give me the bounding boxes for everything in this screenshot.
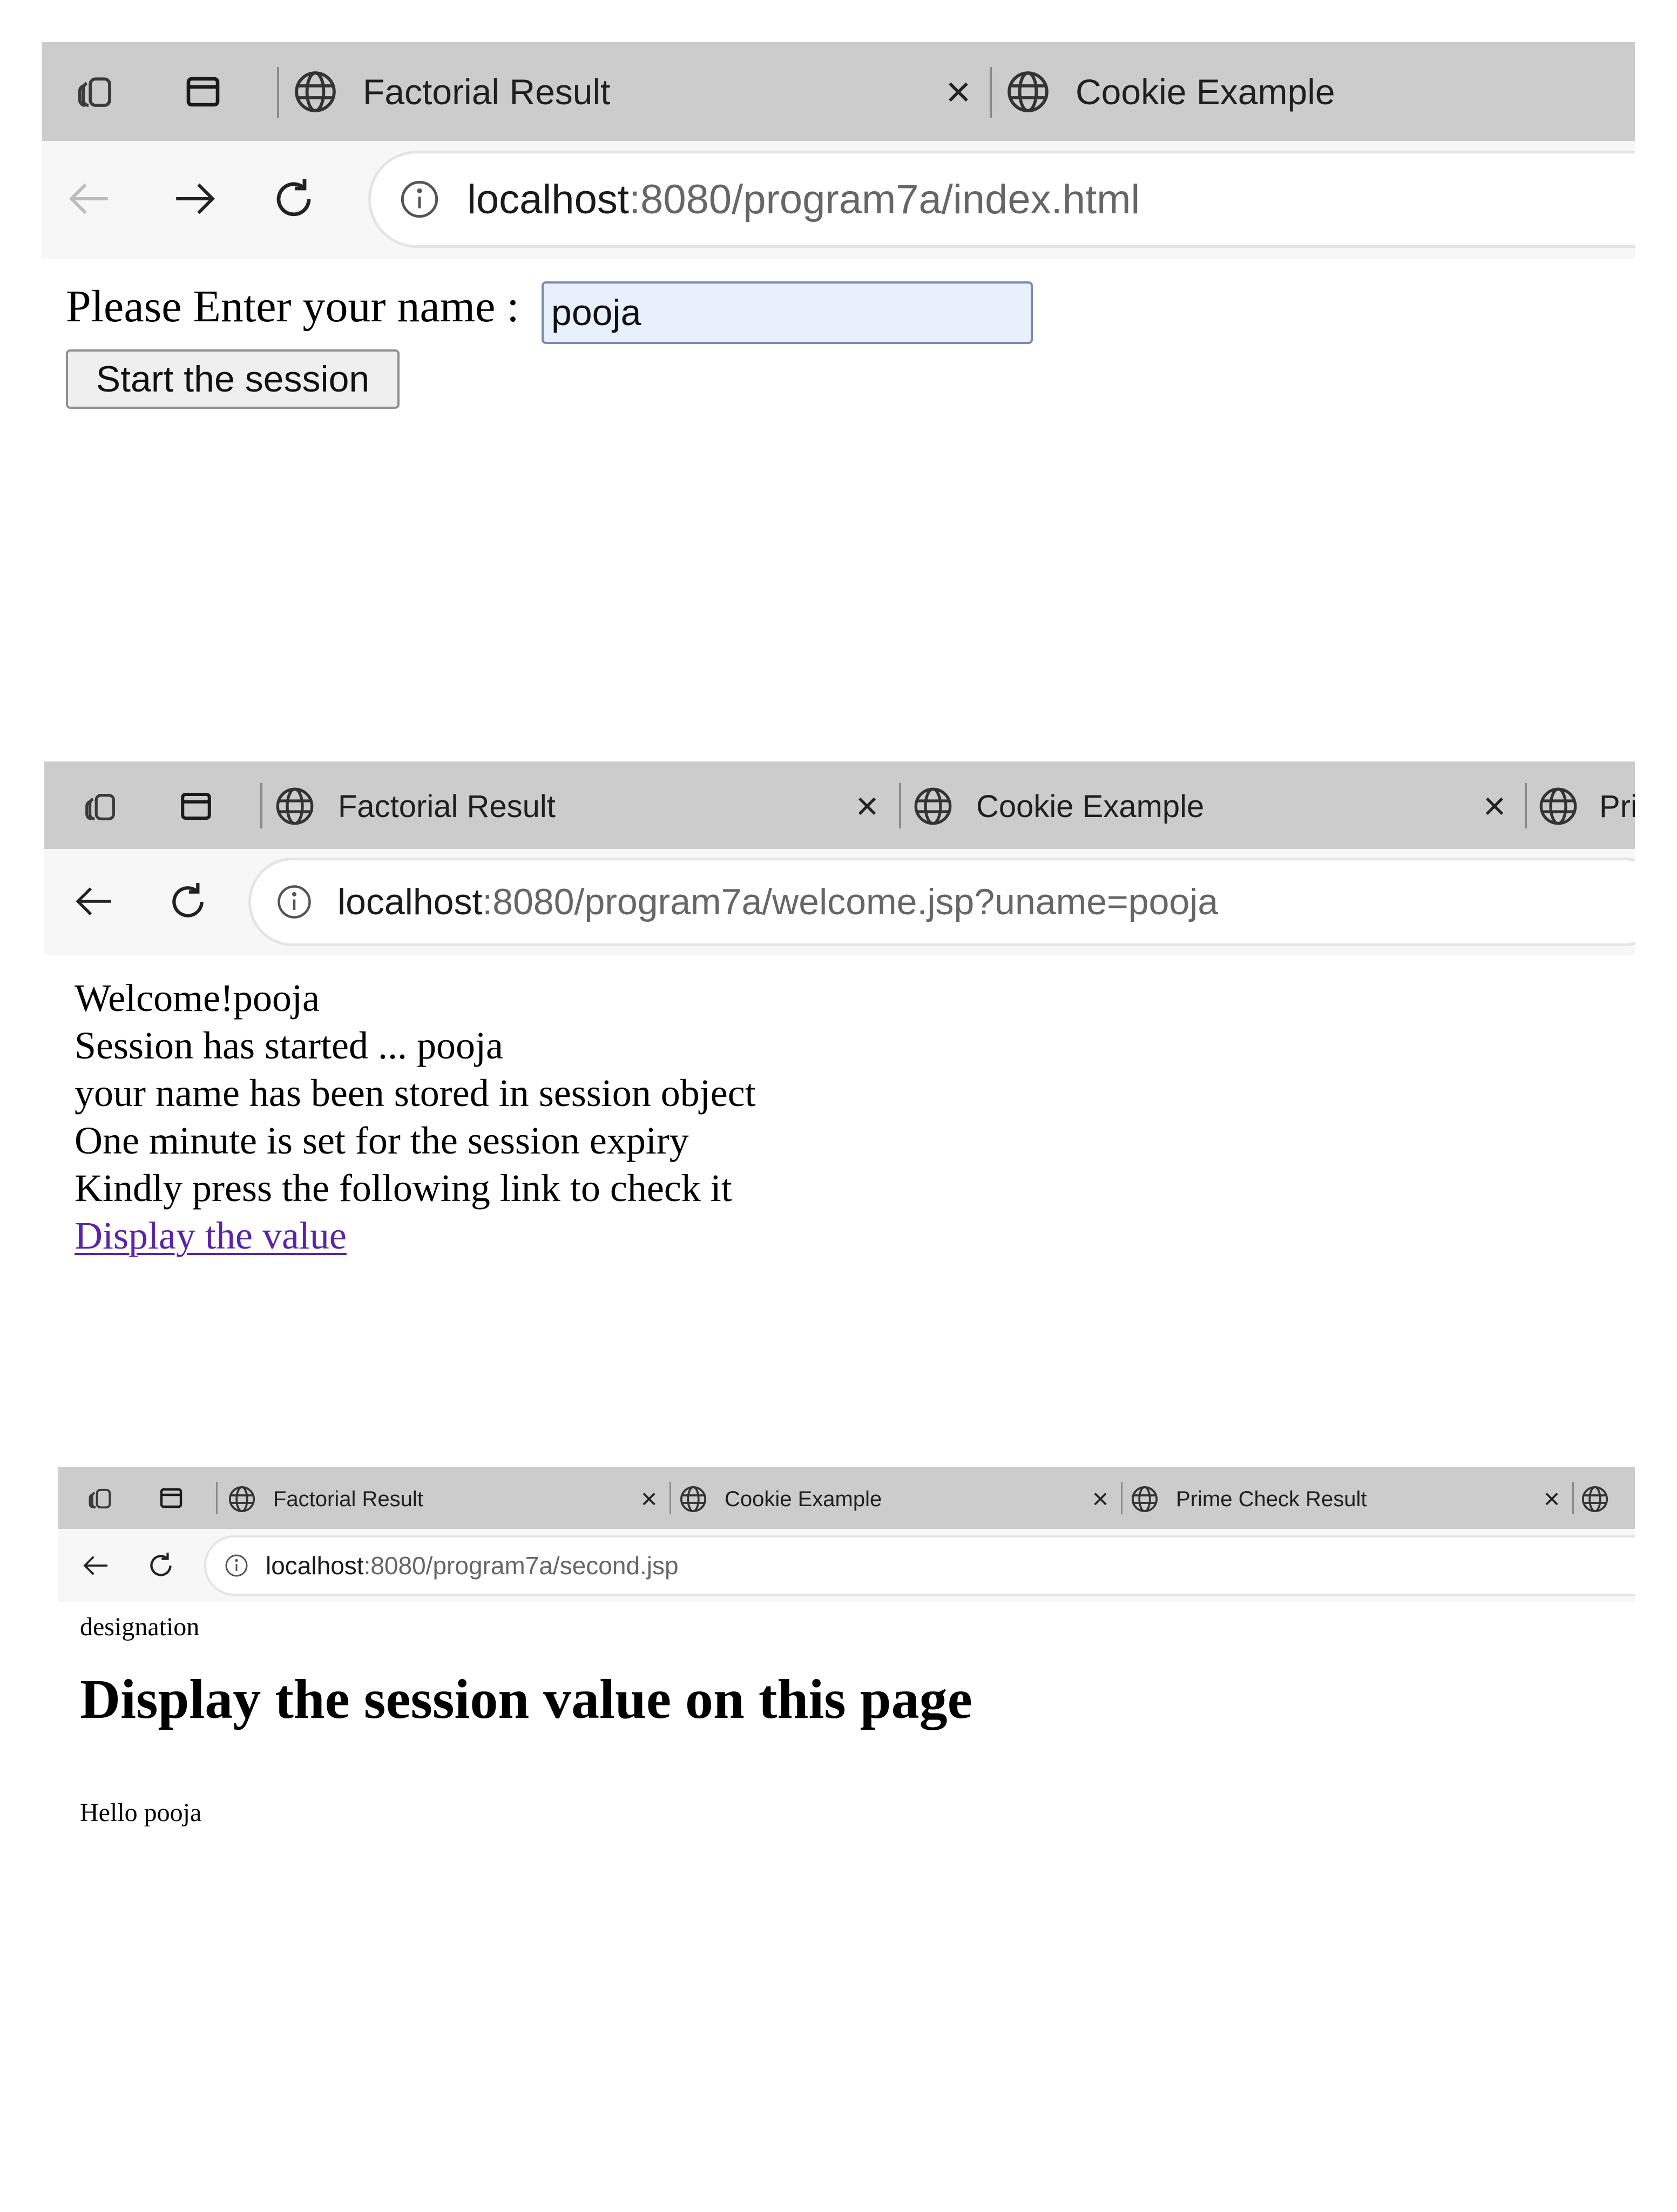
site-info-icon[interactable] <box>398 178 441 221</box>
globe-icon <box>1130 1484 1160 1514</box>
tab-actions-icon[interactable] <box>158 1485 184 1511</box>
globe-icon <box>273 785 316 828</box>
globe-icon <box>678 1484 708 1514</box>
name-input-value: pooja <box>551 292 641 333</box>
back-arrow-icon[interactable] <box>70 879 119 923</box>
tab-title: Factorial Result <box>363 72 611 112</box>
url-bar[interactable]: localhost:8080/program7a/welcome.jsp?una… <box>248 858 1635 946</box>
workspaces-icon[interactable] <box>75 70 117 112</box>
tab-factorial-result[interactable]: Factorial Result × <box>273 781 889 832</box>
page-content: designation Display the session value on… <box>58 1602 1635 2169</box>
url-path: :8080/program7a/index.html <box>628 176 1140 222</box>
tab-actions-icon[interactable] <box>184 72 222 111</box>
tab-separator <box>277 67 279 118</box>
close-tab-icon[interactable]: × <box>1537 1483 1567 1515</box>
name-stored-line: your name has been stored in session obj… <box>75 1071 756 1115</box>
url-text: localhost:8080/program7a/second.jsp <box>266 1551 679 1580</box>
tab-strip: Factorial Result × Cookie Example × <box>42 42 1635 141</box>
designation-text: designation <box>80 1613 200 1641</box>
tab-title: Prime Check Result <box>1176 1487 1367 1511</box>
tab-actions-icon[interactable] <box>178 788 214 824</box>
start-session-button-label: Start the session <box>96 359 370 400</box>
tab-strip: Factorial Result × Cookie Example × Prin <box>44 761 1635 849</box>
page-content: Please Enter your name : pooja Start the… <box>42 259 1635 733</box>
url-host: localhost <box>337 881 483 922</box>
tab-factorial-result[interactable]: Factorial Result × <box>292 64 983 120</box>
tab-prime-check-result[interactable]: Prime Check Result × <box>1130 1482 1567 1516</box>
url-bar[interactable]: localhost:8080/program7a/second.jsp <box>204 1535 1635 1596</box>
tab-factorial-result[interactable]: Factorial Result × <box>227 1482 664 1516</box>
workspaces-icon[interactable] <box>86 1484 114 1512</box>
globe-icon <box>292 68 339 116</box>
tab-separator <box>1572 1482 1574 1514</box>
tab-separator <box>216 1482 218 1514</box>
tab-separator <box>260 783 262 828</box>
tab-separator <box>1121 1482 1122 1514</box>
address-bar-row: localhost:8080/program7a/second.jsp <box>58 1529 1635 1603</box>
url-host: localhost <box>266 1552 364 1580</box>
reload-icon[interactable] <box>268 173 320 225</box>
close-tab-icon[interactable]: × <box>1085 1483 1115 1515</box>
url-bar[interactable]: localhost:8080/program7a/index.html <box>368 151 1635 248</box>
close-tab-icon[interactable]: × <box>1473 784 1516 828</box>
reload-icon[interactable] <box>164 878 212 926</box>
start-session-button[interactable]: Start the session <box>66 349 400 409</box>
page-content: Welcome!pooja Session has started ... po… <box>44 955 1635 1453</box>
close-tab-icon[interactable]: × <box>1625 67 1635 117</box>
tab-title: Factorial Result <box>273 1487 423 1511</box>
back-arrow-icon[interactable] <box>63 174 117 223</box>
site-info-icon[interactable] <box>275 882 314 921</box>
welcome-line: Welcome!pooja <box>75 976 320 1020</box>
name-input[interactable]: pooja <box>542 281 1033 344</box>
back-arrow-icon[interactable] <box>80 1550 112 1581</box>
globe-icon <box>1004 68 1052 116</box>
tab-title: Cookie Example <box>976 788 1205 824</box>
name-label: Please Enter your name : <box>66 281 519 332</box>
screenshot-index-page: Factorial Result × Cookie Example × loca… <box>42 42 1635 733</box>
url-text: localhost:8080/program7a/index.html <box>467 176 1140 223</box>
tab-separator <box>990 67 992 118</box>
globe-icon <box>227 1484 257 1514</box>
tab-cookie-example[interactable]: Cookie Example × <box>1004 64 1635 120</box>
tab-separator <box>899 783 901 828</box>
screenshot-second-page: Factorial Result × Cookie Example × Prim… <box>58 1467 1635 2169</box>
tab-title: Cookie Example <box>725 1487 882 1511</box>
tab-title: Prin <box>1599 788 1635 824</box>
instruction-line: Kindly press the following link to check… <box>75 1166 732 1210</box>
url-host: localhost <box>467 176 629 222</box>
site-info-icon[interactable] <box>224 1553 249 1579</box>
tab-title: Cookie Example <box>1076 72 1335 112</box>
globe-icon <box>911 785 955 828</box>
display-value-link[interactable]: Display the value <box>75 1214 347 1257</box>
tab-cookie-example[interactable]: Cookie Example × <box>678 1482 1115 1516</box>
url-path: :8080/program7a/welcome.jsp?uname=pooja <box>482 881 1219 922</box>
globe-icon <box>1537 785 1580 828</box>
globe-icon <box>1580 1484 1610 1514</box>
page-heading: Display the session value on this page <box>80 1668 972 1730</box>
tab-title: Factorial Result <box>338 788 556 824</box>
reload-icon[interactable] <box>145 1549 177 1582</box>
session-started-line: Session has started ... pooja <box>75 1024 503 1067</box>
tab-partial[interactable] <box>1580 1482 1635 1516</box>
close-tab-icon[interactable]: × <box>846 784 889 828</box>
url-path: :8080/program7a/second.jsp <box>363 1552 679 1580</box>
tab-separator <box>670 1482 671 1514</box>
welcome-message: Welcome!pooja Session has started ... po… <box>75 974 756 1259</box>
screenshot-welcome-page: Factorial Result × Cookie Example × Prin <box>44 761 1635 1453</box>
forward-arrow-icon[interactable] <box>167 174 221 223</box>
expiry-line: One minute is set for the session expiry <box>75 1119 689 1162</box>
close-tab-icon[interactable]: × <box>634 1483 664 1515</box>
tab-strip: Factorial Result × Cookie Example × Prim… <box>58 1467 1635 1529</box>
close-tab-icon[interactable]: × <box>934 67 983 117</box>
url-text: localhost:8080/program7a/welcome.jsp?una… <box>337 881 1218 923</box>
address-bar-row: localhost:8080/program7a/index.html <box>42 141 1635 259</box>
tab-separator <box>1525 783 1527 828</box>
address-bar-row: localhost:8080/program7a/welcome.jsp?una… <box>44 849 1635 955</box>
workspaces-icon[interactable] <box>82 787 120 825</box>
tab-prime-check-partial[interactable]: Prin <box>1537 781 1635 832</box>
greeting-text: Hello pooja <box>80 1798 202 1827</box>
tab-cookie-example[interactable]: Cookie Example × <box>911 781 1516 832</box>
